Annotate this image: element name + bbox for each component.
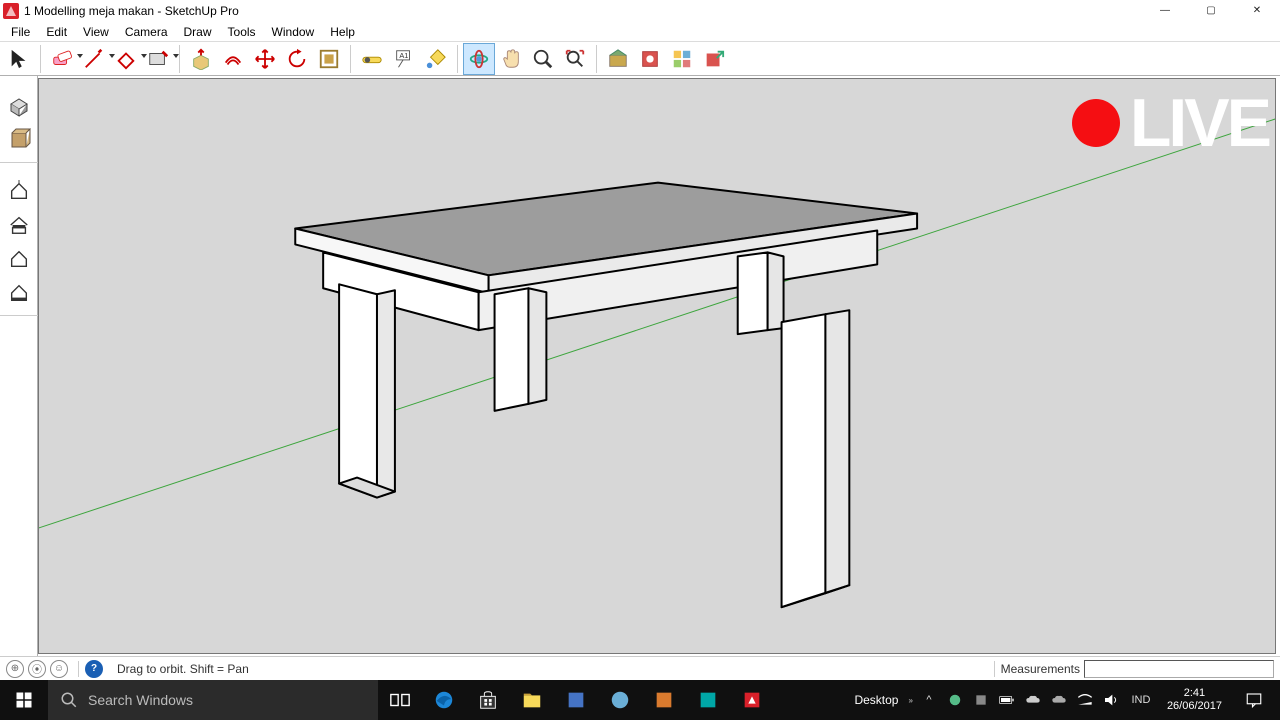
measurements-input[interactable] (1084, 660, 1274, 678)
app-icon-1[interactable] (554, 680, 598, 720)
start-button[interactable] (0, 680, 48, 720)
credits-icon[interactable]: ⦿ (28, 660, 46, 678)
tray-chevrons-icon[interactable]: » (908, 696, 912, 705)
menu-bar: File Edit View Camera Draw Tools Window … (0, 22, 1280, 42)
clock-date: 26/06/2017 (1167, 700, 1222, 713)
minimize-button[interactable]: — (1142, 0, 1188, 22)
pan-tool[interactable] (496, 44, 526, 74)
app-icon-3[interactable] (642, 680, 686, 720)
menu-file[interactable]: File (3, 25, 38, 39)
windows-taskbar: Search Windows Desktop » ^ IND 2:41 26/0… (0, 680, 1280, 720)
status-separator (994, 661, 995, 677)
geolocation-icon[interactable]: ⊕ (6, 660, 24, 678)
taskbar-clock[interactable]: 2:41 26/06/2017 (1161, 687, 1228, 712)
tray-volume-icon[interactable] (1101, 680, 1121, 720)
tray-overflow-icon[interactable]: ^ (919, 680, 939, 720)
zoom-tool[interactable] (528, 44, 558, 74)
edge-icon[interactable] (422, 680, 466, 720)
title-bar: 1 Modelling meja makan - SketchUp Pro — … (0, 0, 1280, 22)
measurements-label: Measurements (1001, 662, 1080, 676)
search-placeholder: Search Windows (88, 692, 193, 708)
paint-bucket-tool[interactable] (421, 44, 451, 74)
status-separator (78, 661, 79, 677)
orbit-tool[interactable] (464, 44, 494, 74)
sketchup-taskbar-icon[interactable] (730, 680, 774, 720)
model-canvas (39, 79, 1275, 653)
task-view-icon[interactable] (378, 680, 422, 720)
select-tool[interactable] (4, 44, 34, 74)
tray-app2-icon[interactable] (971, 680, 991, 720)
menu-view[interactable]: View (75, 25, 117, 39)
toolbar-separator (350, 45, 351, 73)
zoom-extents-tool[interactable] (560, 44, 590, 74)
close-button[interactable]: ✕ (1234, 0, 1280, 22)
scale-tool[interactable] (314, 44, 344, 74)
help-icon[interactable]: ? (85, 660, 103, 678)
tray-lang[interactable]: IND (1127, 680, 1155, 720)
text-tool[interactable]: A1 (389, 44, 419, 74)
menu-draw[interactable]: Draw (176, 25, 220, 39)
extensions-tool[interactable] (699, 44, 729, 74)
toolbar-separator (40, 45, 41, 73)
house-roof-icon[interactable] (5, 211, 33, 239)
tape-measure-tool[interactable] (357, 44, 387, 74)
store-icon[interactable] (466, 680, 510, 720)
clock-time: 2:41 (1167, 687, 1222, 700)
house-base-icon[interactable] (5, 279, 33, 307)
menu-camera[interactable]: Camera (117, 25, 176, 39)
menu-help[interactable]: Help (322, 25, 363, 39)
main-toolbar: A1 (0, 42, 1280, 76)
window-title: 1 Modelling meja makan - SketchUp Pro (24, 4, 1142, 18)
explorer-icon[interactable] (510, 680, 554, 720)
line-tool[interactable] (79, 44, 109, 74)
shape-tool[interactable] (111, 44, 141, 74)
live-overlay: LIVE (1072, 84, 1269, 162)
offset-tool[interactable] (218, 44, 248, 74)
status-hint: Drag to orbit. Shift = Pan (117, 662, 988, 676)
house-outline-icon[interactable] (5, 245, 33, 273)
tray-app1-icon[interactable] (945, 680, 965, 720)
toolbar-separator (596, 45, 597, 73)
app-icon-4[interactable] (686, 680, 730, 720)
menu-window[interactable]: Window (264, 25, 323, 39)
house-up-icon[interactable] (5, 177, 33, 205)
tray-cloud-icon[interactable] (1023, 680, 1043, 720)
layout-tool[interactable] (667, 44, 697, 74)
eraser-tool[interactable] (47, 44, 77, 74)
tray-network-icon[interactable] (1075, 680, 1095, 720)
profile-icon[interactable]: ☺ (50, 660, 68, 678)
side-toolbar (0, 76, 38, 656)
live-dot-icon (1072, 99, 1120, 147)
move-tool[interactable] (250, 44, 280, 74)
rotate-tool[interactable] (282, 44, 312, 74)
desktop-label[interactable]: Desktop (854, 693, 898, 707)
warehouse-tool[interactable] (603, 44, 633, 74)
app-icon-2[interactable] (598, 680, 642, 720)
live-text: LIVE (1130, 84, 1269, 162)
taskbar-search[interactable]: Search Windows (48, 680, 378, 720)
box-icon[interactable] (5, 126, 33, 154)
menu-tools[interactable]: Tools (220, 25, 264, 39)
system-tray: Desktop » ^ IND 2:41 26/06/2017 (854, 680, 1280, 720)
toolbar-separator (179, 45, 180, 73)
maximize-button[interactable]: ▢ (1188, 0, 1234, 22)
menu-edit[interactable]: Edit (38, 25, 75, 39)
pushpull-tool[interactable] (186, 44, 216, 74)
toolbar-separator (457, 45, 458, 73)
status-bar: ⊕ ⦿ ☺ ? Drag to orbit. Shift = Pan Measu… (0, 656, 1280, 680)
rectangle-tool[interactable] (143, 44, 173, 74)
extension-warehouse-tool[interactable] (635, 44, 665, 74)
tray-cloud2-icon[interactable] (1049, 680, 1069, 720)
svg-text:A1: A1 (399, 51, 408, 60)
viewport-3d[interactable]: LIVE (38, 78, 1276, 654)
tray-battery-icon[interactable] (997, 680, 1017, 720)
app-icon (3, 3, 19, 19)
action-center-icon[interactable] (1234, 680, 1274, 720)
iso-top-icon[interactable] (5, 92, 33, 120)
